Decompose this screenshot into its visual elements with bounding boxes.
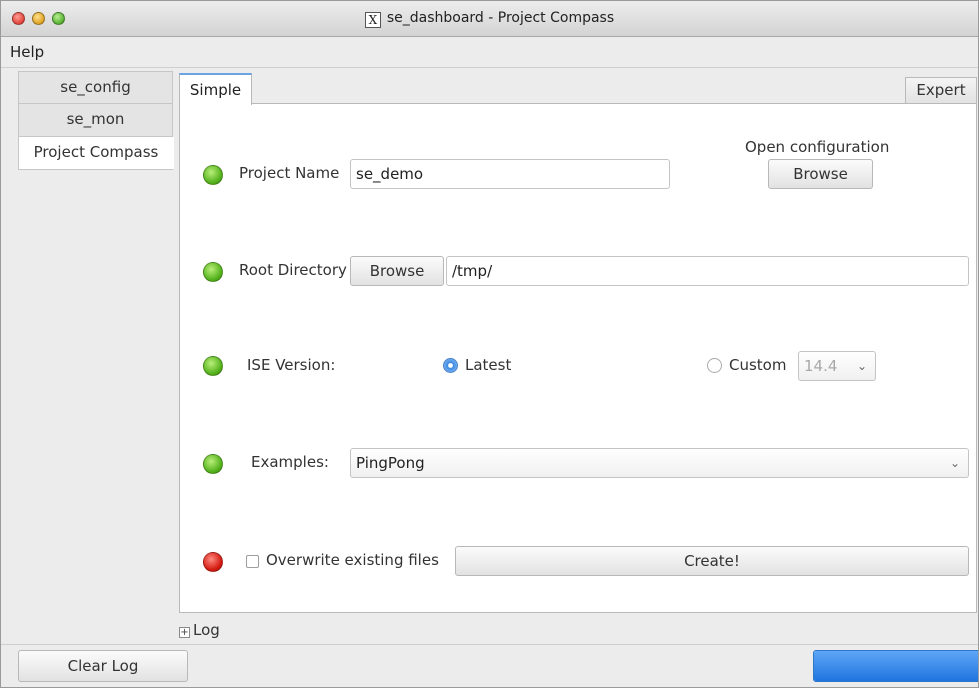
log-toggle[interactable]: + Log bbox=[179, 621, 220, 639]
overwrite-checkbox[interactable] bbox=[246, 555, 259, 568]
progress-bar bbox=[813, 650, 978, 682]
root-directory-label: Root Directory bbox=[239, 261, 347, 279]
tab-expert[interactable]: Expert bbox=[905, 77, 977, 104]
window-title: se_dashboard - Project Compass bbox=[386, 10, 615, 26]
examples-select[interactable]: PingPong ⌄ bbox=[350, 448, 969, 478]
window-title-container: Xse_dashboard - Project Compass bbox=[1, 10, 978, 28]
ise-custom-version-select[interactable]: 14.4 ⌄ bbox=[798, 351, 876, 381]
progress-fill bbox=[814, 651, 978, 681]
left-tab-se-config[interactable]: se_config bbox=[18, 71, 173, 104]
title-bar: Xse_dashboard - Project Compass bbox=[1, 1, 978, 37]
menu-bar: Help bbox=[1, 38, 978, 68]
project-name-input[interactable]: se_demo bbox=[350, 159, 670, 189]
examples-label: Examples: bbox=[251, 453, 329, 471]
create-button[interactable]: Create! bbox=[455, 546, 969, 576]
ise-custom-radio[interactable] bbox=[707, 358, 722, 373]
ise-custom-version-value: 14.4 bbox=[804, 357, 838, 375]
ise-latest-label: Latest bbox=[465, 356, 512, 374]
chevron-down-icon: ⌄ bbox=[856, 359, 867, 373]
examples-value: PingPong bbox=[356, 454, 425, 472]
menu-help[interactable]: Help bbox=[10, 43, 44, 61]
simple-panel: Open configuration Browse Project Name s… bbox=[179, 103, 977, 613]
ise-version-label: ISE Version: bbox=[247, 356, 336, 374]
root-directory-browse-button[interactable]: Browse bbox=[350, 256, 444, 286]
left-tab-se-mon[interactable]: se_mon bbox=[18, 104, 173, 137]
open-config-browse-button[interactable]: Browse bbox=[768, 159, 873, 189]
mode-tab-strip: Simple Expert bbox=[179, 73, 977, 105]
left-tab-project-compass[interactable]: Project Compass bbox=[18, 137, 174, 170]
ise-version-status-led bbox=[203, 356, 223, 376]
tab-simple[interactable]: Simple bbox=[179, 73, 252, 105]
open-config-label: Open configuration bbox=[745, 138, 890, 156]
chevron-down-icon: ⌄ bbox=[949, 456, 960, 470]
root-directory-status-led bbox=[203, 262, 223, 282]
x11-icon: X bbox=[364, 12, 381, 28]
expand-plus-icon: + bbox=[179, 627, 190, 638]
clear-log-button[interactable]: Clear Log bbox=[18, 650, 188, 682]
create-status-led bbox=[203, 552, 223, 572]
overwrite-label: Overwrite existing files bbox=[266, 551, 439, 569]
root-directory-input[interactable]: /tmp/ bbox=[446, 256, 969, 286]
app-window: Xse_dashboard - Project Compass Help se_… bbox=[0, 0, 979, 688]
bottom-bar: Clear Log bbox=[1, 644, 978, 687]
ise-custom-label: Custom bbox=[729, 356, 787, 374]
project-name-label: Project Name bbox=[239, 164, 340, 182]
examples-status-led bbox=[203, 454, 223, 474]
left-tab-bar: se_config se_mon Project Compass bbox=[18, 71, 174, 170]
log-label: Log bbox=[193, 621, 220, 639]
ise-latest-radio[interactable] bbox=[443, 358, 458, 373]
project-name-status-led bbox=[203, 165, 223, 185]
